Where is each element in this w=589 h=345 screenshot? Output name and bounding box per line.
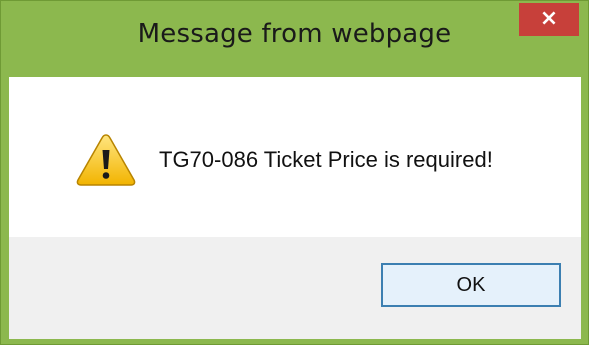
close-icon: × (539, 5, 559, 31)
close-button[interactable]: × (519, 3, 579, 36)
message-text: TG70-086 Ticket Price is required! (159, 147, 493, 172)
ok-button[interactable]: OK (381, 263, 561, 307)
message-area: TG70-086 Ticket Price is required! (9, 77, 581, 237)
dialog-title: Message from webpage (137, 19, 452, 49)
ok-button-label: OK (456, 273, 486, 296)
title-bar[interactable]: Message from webpage × (1, 1, 588, 77)
warning-icon (76, 134, 136, 186)
dialog-client-area: TG70-086 Ticket Price is required! OK (9, 77, 581, 339)
button-bar: OK (9, 237, 581, 339)
dialog-window: Message from webpage × TG70-086 Ticket P… (0, 0, 589, 345)
